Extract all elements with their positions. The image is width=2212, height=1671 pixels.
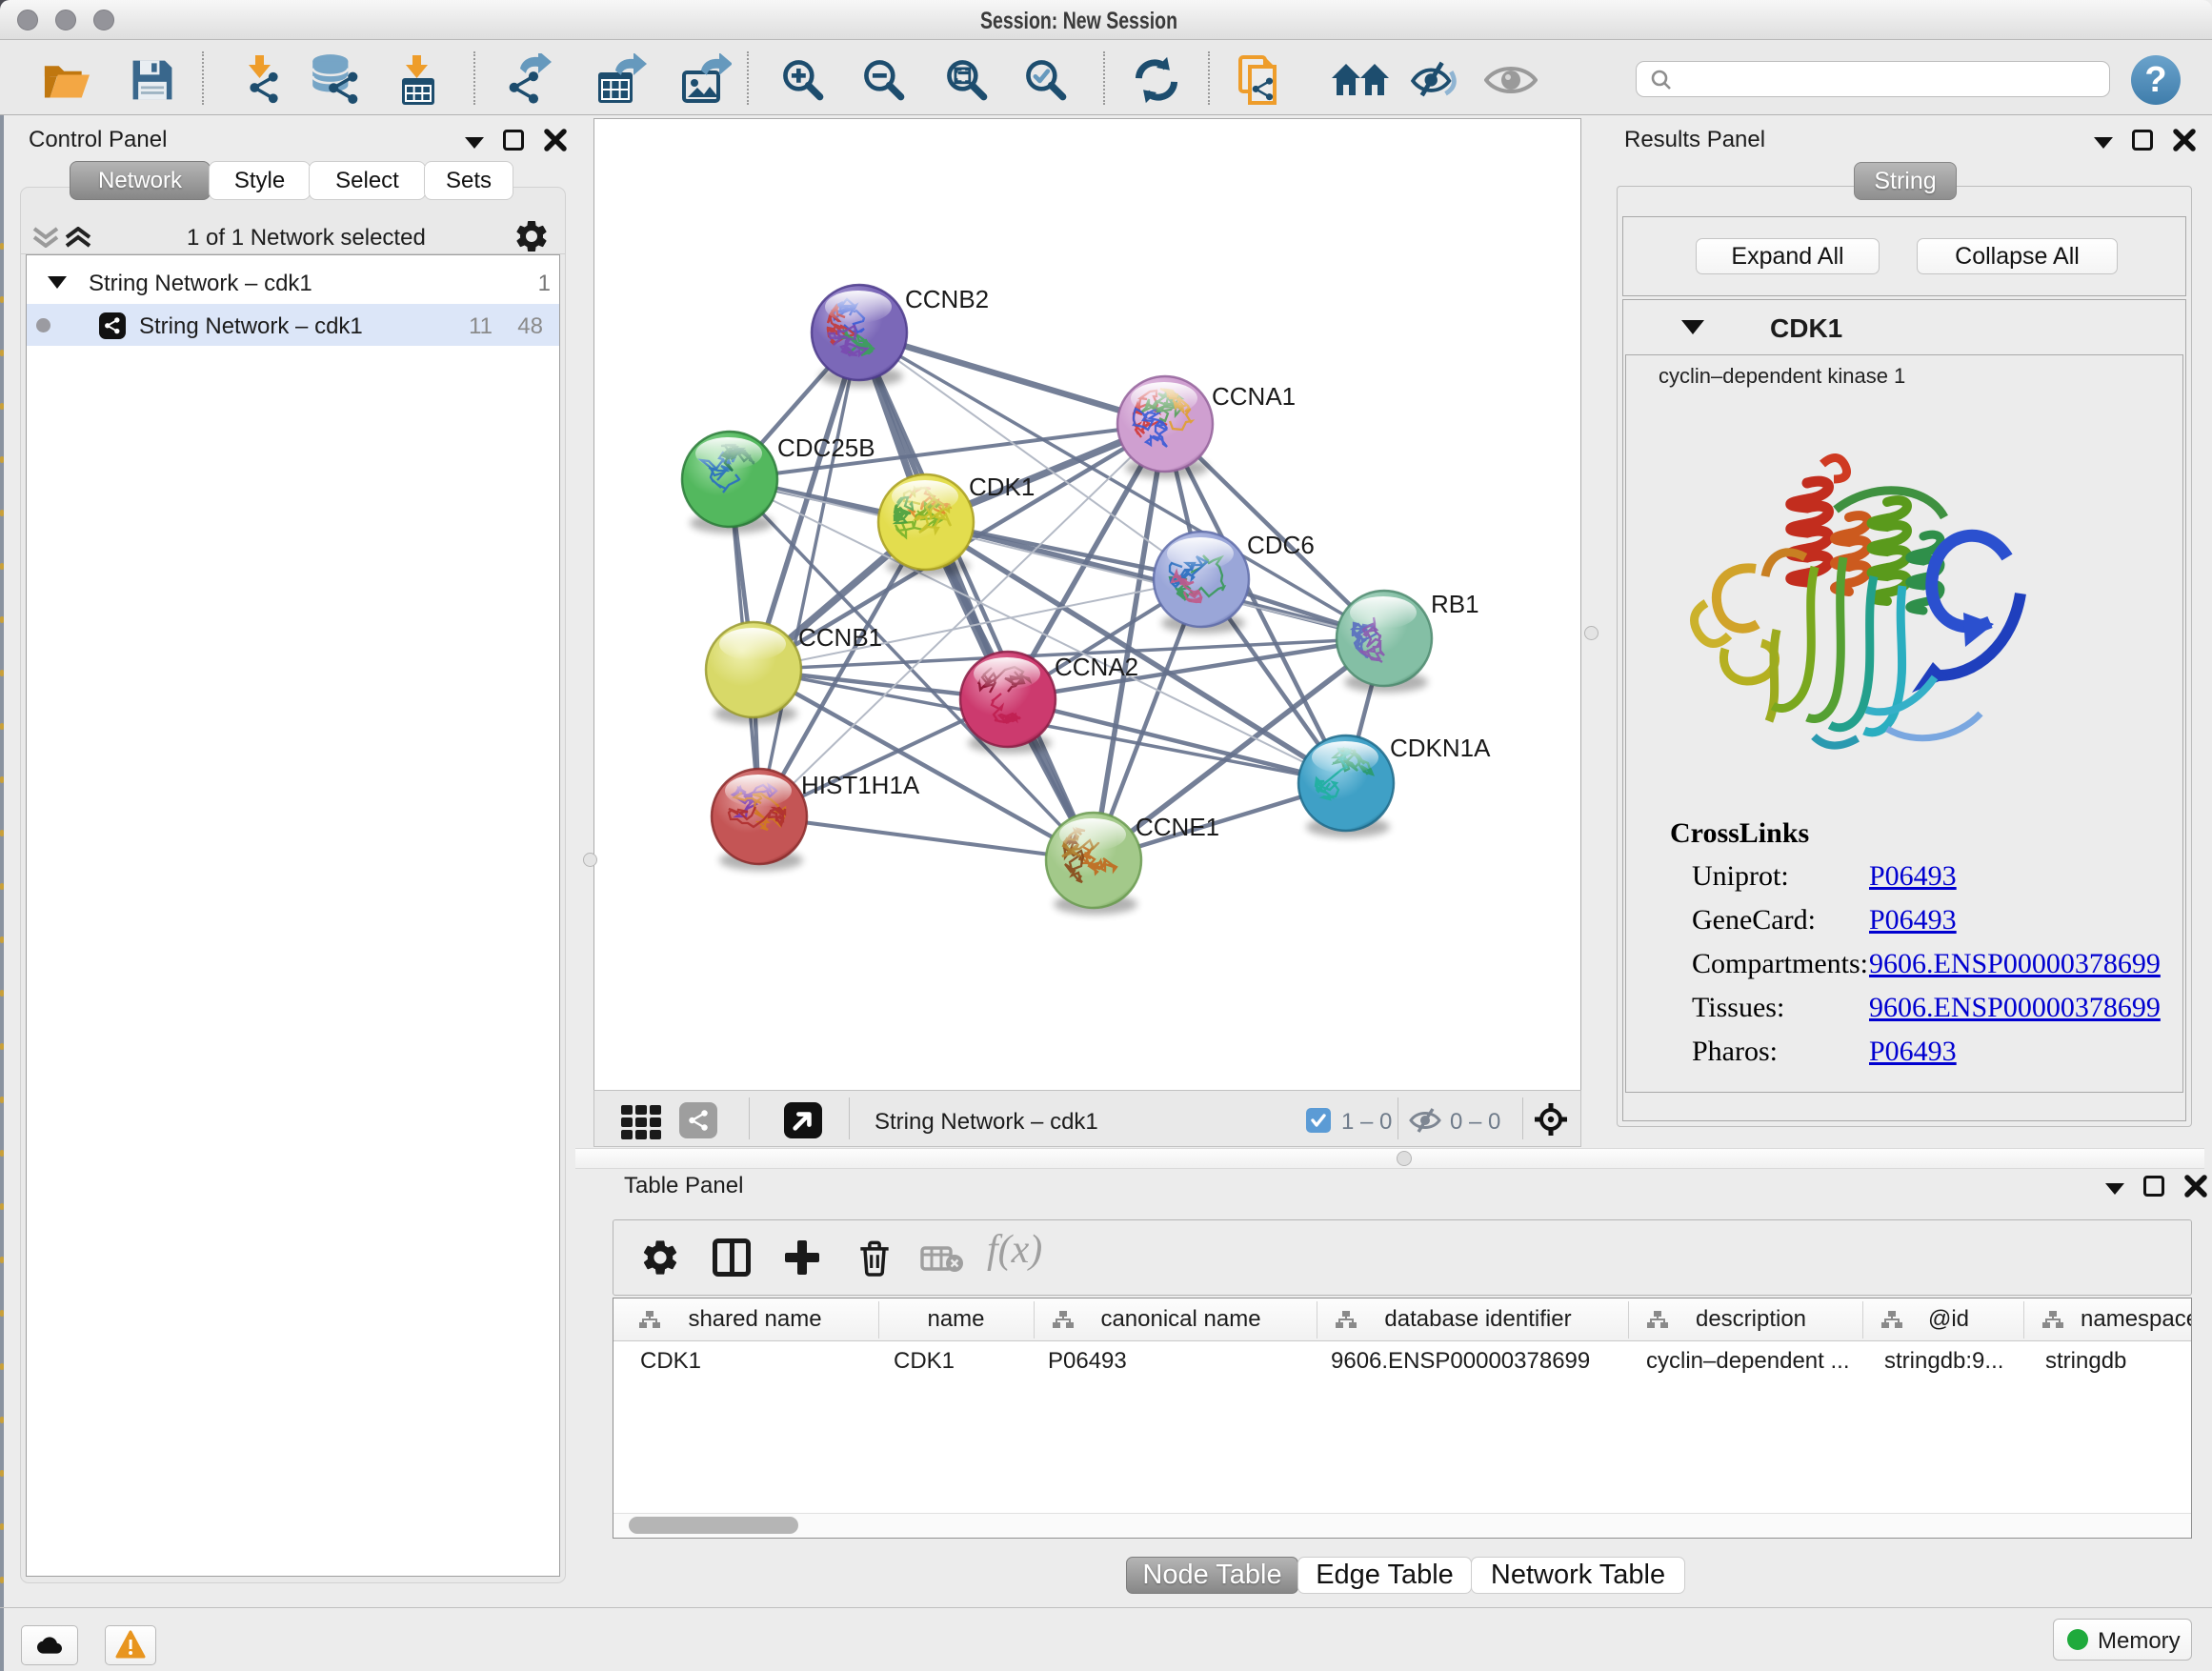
svg-text:RB1: RB1 [1431, 590, 1479, 618]
svg-text:CCNA1: CCNA1 [1212, 382, 1296, 411]
svg-text:CCNB2: CCNB2 [905, 285, 989, 313]
svg-text:CDC6: CDC6 [1247, 531, 1315, 559]
svg-text:CCNB1: CCNB1 [798, 623, 882, 652]
svg-text:CDC25B: CDC25B [777, 433, 875, 462]
svg-text:CCNE1: CCNE1 [1136, 813, 1219, 841]
svg-text:CDKN1A: CDKN1A [1390, 734, 1491, 762]
svg-text:CCNA2: CCNA2 [1055, 653, 1138, 681]
svg-text:CDK1: CDK1 [969, 473, 1035, 501]
svg-text:HIST1H1A: HIST1H1A [801, 771, 920, 799]
